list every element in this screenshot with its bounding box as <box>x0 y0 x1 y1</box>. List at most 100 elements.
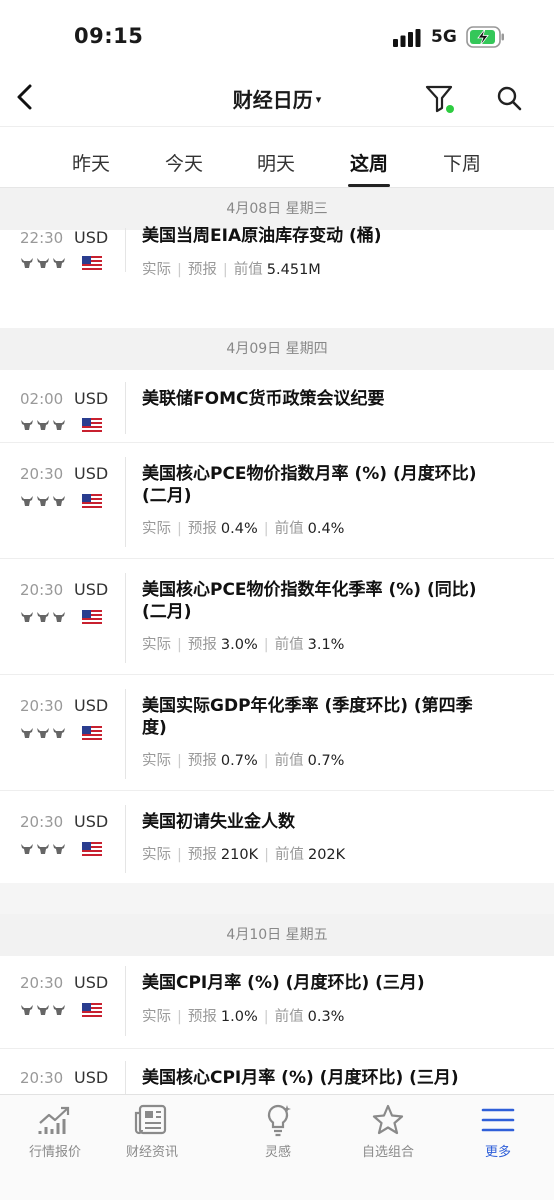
us-flag-icon <box>82 610 102 624</box>
event-currency: USD <box>74 1068 109 1087</box>
menu-icon <box>481 1108 515 1132</box>
event-time: 02:00 <box>20 390 64 408</box>
tab-next-week[interactable]: 下周 <box>422 149 502 176</box>
us-flag-icon <box>82 418 102 432</box>
actual-label: 实际 <box>142 521 171 537</box>
meta-separator: | <box>177 637 182 653</box>
forecast-value: 210K <box>220 847 259 863</box>
event-currency: USD <box>74 228 109 247</box>
event-row[interactable]: 20:30 USD 美国核心PCE物价指数年化季率 (%) (同比) (二月) … <box>0 559 554 674</box>
forecast-value: 1.0% <box>220 1009 258 1025</box>
nav-bar: 财经日历 ▾ <box>0 70 554 126</box>
importance-bulls-icon <box>21 612 65 622</box>
event-row[interactable]: 20:30 USD 美国初请失业金人数 实际 | 预报 210K | 前值 202K <box>0 791 554 883</box>
event-row[interactable]: 20:30 USD 美国核心CPI月率 (%) (月度环比) (三月) <box>0 1049 554 1094</box>
event-title: 美国核心PCE物价指数月率 (%) (月度环比) (二月) <box>142 464 477 506</box>
importance-bulls-icon <box>21 420 65 430</box>
event-row[interactable]: 20:30 USD 美国CPI月率 (%) (月度环比) (三月) 实际 | 预报 1… <box>0 956 554 1048</box>
event-title: 美国核心CPI月率 (%) (月度环比) (三月) <box>142 1068 459 1088</box>
bottom-tab-news[interactable]: 财经资讯 <box>97 1103 207 1160</box>
previous-label: 前值 <box>274 637 304 653</box>
event-values: 实际 | 预报 0.4% | 前值 0.4% <box>142 517 344 538</box>
cellular-signal-icon <box>393 29 421 47</box>
bottom-tab-bar: 行情报价 财经资讯 灵感 自选组合 更多 <box>0 1094 554 1200</box>
actual-label: 实际 <box>142 1009 171 1025</box>
previous-value: 0.3% <box>307 1009 345 1025</box>
us-flag-icon <box>82 726 102 740</box>
newspaper-icon <box>134 1104 167 1135</box>
tab-this-week[interactable]: 这周 <box>329 149 409 176</box>
previous-label: 前值 <box>274 847 304 863</box>
event-currency: USD <box>74 973 109 992</box>
calendar-list[interactable]: 4月08日 星期三 22:30 USD 美国当周EIA原油库存变动 (桶) 实际… <box>0 188 554 1094</box>
tab-yesterday[interactable]: 昨天 <box>51 149 131 176</box>
meta-separator: | <box>264 847 269 863</box>
actual-label: 实际 <box>142 847 171 863</box>
forecast-label: 预报 <box>187 753 217 769</box>
event-values: 实际 | 预报 1.0% | 前值 0.3% <box>142 1005 344 1026</box>
event-divider <box>125 228 126 272</box>
event-title: 美国初请失业金人数 <box>142 812 295 832</box>
previous-label: 前值 <box>274 1009 304 1025</box>
us-flag-icon <box>82 256 102 270</box>
meta-separator: | <box>177 847 182 863</box>
event-divider <box>125 689 126 779</box>
forecast-value: 0.4% <box>220 521 258 537</box>
meta-separator: | <box>263 753 269 769</box>
forecast-label: 预报 <box>187 847 217 863</box>
bottom-tab-more[interactable]: 更多 <box>443 1103 553 1160</box>
event-title: 美国当周EIA原油库存变动 (桶) <box>142 226 382 246</box>
event-row[interactable]: 02:00 USD 美联储FOMC货币政策会议纪要 <box>0 370 554 442</box>
previous-value: 0.4% <box>307 521 345 537</box>
event-currency: USD <box>74 812 109 831</box>
bottom-tab-quotes[interactable]: 行情报价 <box>0 1103 110 1160</box>
importance-bulls-icon <box>21 1005 65 1015</box>
bottom-tab-label: 灵感 <box>264 1145 291 1160</box>
tab-today[interactable]: 今天 <box>144 149 224 176</box>
us-flag-icon <box>82 842 102 856</box>
event-divider <box>125 382 126 434</box>
event-divider <box>125 573 126 663</box>
event-time: 20:30 <box>20 974 64 992</box>
event-title: 美国核心PCE物价指数年化季率 (%) (同比) (二月) <box>142 580 477 622</box>
date-header: 4月08日 星期三 <box>0 188 554 230</box>
previous-value: 3.1% <box>307 637 345 653</box>
event-title: 美国实际GDP年化季率 (季度环比) (第四季度) <box>142 696 473 738</box>
forecast-value: 0.7% <box>220 753 258 769</box>
meta-separator: | <box>177 1009 182 1025</box>
meta-separator: | <box>263 521 269 537</box>
event-row[interactable]: 22:30 USD 美国当周EIA原油库存变动 (桶) 实际 | 预报 | 前值 5.45… <box>0 226 554 330</box>
event-time: 20:30 <box>20 465 64 483</box>
event-row[interactable]: 20:30 USD 美国核心PCE物价指数月率 (%) (月度环比) (二月) … <box>0 443 554 558</box>
chart-trend-icon <box>38 1106 70 1134</box>
meta-separator: | <box>263 1009 269 1025</box>
event-row[interactable]: 20:30 USD 美国实际GDP年化季率 (季度环比) (第四季度) 实际 | 预… <box>0 675 554 790</box>
event-divider <box>125 457 126 547</box>
date-header: 4月10日 星期五 <box>0 914 554 956</box>
importance-bulls-icon <box>21 258 65 268</box>
bottom-tab-watchlist[interactable]: 自选组合 <box>333 1103 443 1160</box>
event-divider <box>125 1061 126 1094</box>
previous-value: 202K <box>307 847 346 863</box>
event-values: 实际 | 预报 210K | 前值 202K <box>142 843 345 864</box>
filter-icon[interactable] <box>424 83 456 115</box>
forecast-label: 预报 <box>187 637 217 653</box>
meta-separator: | <box>177 753 182 769</box>
star-icon <box>372 1104 404 1135</box>
event-values: 实际 | 预报 0.7% | 前值 0.7% <box>142 749 344 770</box>
bottom-tab-inspiration[interactable]: 灵感 <box>223 1103 333 1160</box>
page-title[interactable]: 财经日历 ▾ <box>200 84 354 114</box>
search-icon[interactable] <box>496 85 522 111</box>
importance-bulls-icon <box>21 844 65 854</box>
back-arrow-icon[interactable] <box>14 82 36 112</box>
event-title: 美国CPI月率 (%) (月度环比) (三月) <box>142 973 425 993</box>
tab-tomorrow[interactable]: 明天 <box>236 149 316 176</box>
forecast-label: 预报 <box>187 262 217 278</box>
bottom-tab-label: 自选组合 <box>361 1145 414 1160</box>
us-flag-icon <box>82 1003 102 1017</box>
status-time: 09:15 <box>74 24 144 48</box>
bottom-tab-label: 行情报价 <box>28 1145 81 1160</box>
status-bar: 09:15 5G <box>0 0 554 70</box>
chevron-down-icon: ▾ <box>315 93 322 106</box>
actual-label: 实际 <box>142 637 171 653</box>
